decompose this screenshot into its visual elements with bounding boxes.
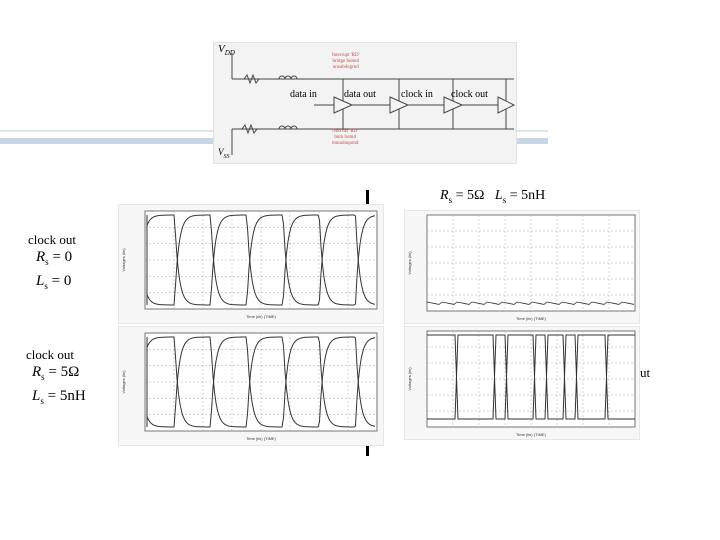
left-caption-1-r-symbol: R bbox=[36, 249, 46, 265]
left-caption-1-r: Rs = 0 bbox=[28, 248, 76, 272]
left-caption-2-r-value: = 5Ω bbox=[48, 364, 80, 380]
left-caption-1-l-sub: s bbox=[44, 281, 48, 291]
schematic-diagram: VDD VSS data in data out clock in clock … bbox=[213, 42, 517, 164]
top-l-symbol: L bbox=[494, 188, 503, 203]
plot-left-bottom-ylabel: Voltages (lin) bbox=[121, 370, 126, 394]
left-caption-1-l-value: = 0 bbox=[51, 273, 72, 289]
top-r-value: = 5Ω bbox=[455, 188, 485, 203]
signal-data-in: data in bbox=[290, 89, 317, 100]
plot-right-top-ylabel: Voltages (lin) bbox=[407, 251, 412, 275]
vdd-sub: DD bbox=[224, 49, 235, 58]
left-caption-2-r-symbol: R bbox=[32, 364, 42, 380]
plot-left-bottom-xlabel: Time (lin) (TIME) bbox=[246, 436, 277, 441]
top-l-sub: s bbox=[502, 194, 507, 205]
left-caption-2-l-sub: s bbox=[40, 396, 44, 406]
left-caption-1: clock out Rs = 0 Ls = 0 bbox=[28, 231, 76, 296]
plot-right-top-svg: Voltages (lin) Time (lin) (TIME) bbox=[407, 214, 636, 321]
note-top: Interrupt 'RD' bridge bonnd unsubdogrod bbox=[332, 53, 360, 71]
plot-left-top: Voltages (lin) Time (lin) (TIME) bbox=[118, 204, 384, 324]
signal-data-out: data out bbox=[344, 89, 376, 100]
marker-top bbox=[366, 190, 369, 204]
plot-left-bottom: Voltages (lin) Time (lin) (TIME) bbox=[118, 326, 384, 446]
plot-left-top-ylabel: Voltages (lin) bbox=[121, 248, 126, 272]
left-caption-2-l: Ls = 5nH bbox=[26, 387, 86, 411]
signal-clock-in: clock in bbox=[401, 89, 433, 100]
schematic-wiring bbox=[231, 53, 516, 155]
left-caption-1-title: clock out bbox=[28, 232, 77, 247]
plot-left-bottom-svg: Voltages (lin) Time (lin) (TIME) bbox=[121, 332, 378, 441]
plot-right-top: Voltages (lin) Time (lin) (TIME) bbox=[404, 210, 640, 324]
left-caption-1-r-sub: s bbox=[45, 257, 49, 267]
vss-sub: SS bbox=[223, 153, 230, 160]
left-caption-2-l-value: = 5nH bbox=[47, 388, 86, 404]
top-caption: Rs = 5Ω Ls = 5nH bbox=[440, 188, 545, 205]
plot-right-bottom-svg: Voltages (lin) Time (lin) (TIME) bbox=[407, 330, 636, 437]
vss-label: VSS bbox=[218, 147, 230, 160]
left-caption-2-title: clock out bbox=[26, 347, 75, 362]
plot-left-top-xlabel: Time (lin) (TIME) bbox=[246, 314, 277, 319]
left-caption-2-r-sub: s bbox=[41, 372, 45, 382]
plot-right-bottom-ylabel: Voltages (lin) bbox=[407, 367, 412, 391]
vdd-label: VDD bbox=[218, 43, 235, 58]
top-r-symbol: R bbox=[440, 188, 449, 203]
top-l-value: = 5nH bbox=[509, 188, 546, 203]
plot-right-top-xlabel: Time (lin) (TIME) bbox=[516, 316, 547, 321]
plot-right-bottom-xlabel: Time (lin) (TIME) bbox=[516, 432, 547, 437]
top-r-sub: s bbox=[448, 194, 453, 205]
plot-left-top-svg: Voltages (lin) Time (lin) (TIME) bbox=[121, 210, 378, 319]
note-bottom-line-3: mnnubnpond bbox=[332, 141, 359, 146]
note-top-line-3: unsubdogrod bbox=[332, 65, 359, 70]
note-bottom: Nod car 'RD' bntn bomd mnnubnpond bbox=[332, 129, 358, 147]
left-caption-1-r-value: = 0 bbox=[52, 249, 73, 265]
signal-clock-out: clock out bbox=[451, 89, 488, 100]
left-caption-1-l: Ls = 0 bbox=[28, 272, 76, 296]
plot-right-bottom: Voltages (lin) Time (lin) (TIME) bbox=[404, 326, 640, 440]
left-caption-2: clock out Rs = 5Ω Ls = 5nH bbox=[26, 346, 86, 411]
right-edge-text: ut bbox=[640, 365, 651, 380]
left-caption-2-r: Rs = 5Ω bbox=[26, 363, 86, 387]
